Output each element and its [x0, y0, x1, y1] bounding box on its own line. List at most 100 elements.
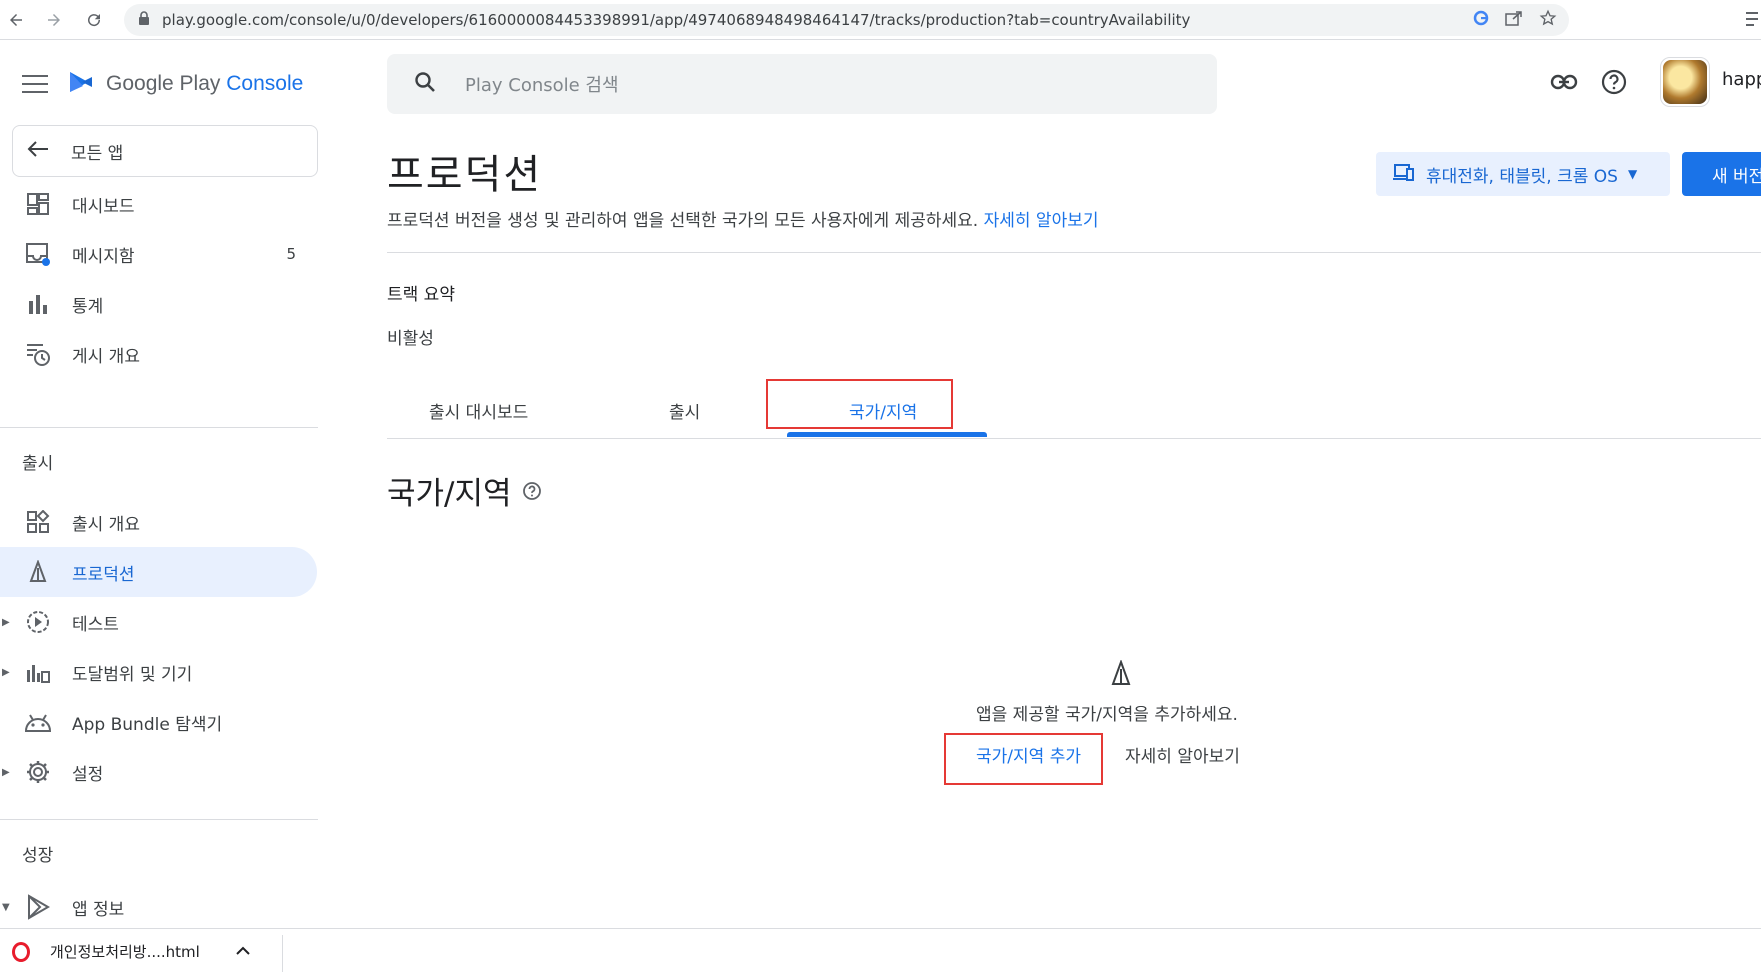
brand-name[interactable]: Google Play Console	[106, 72, 303, 96]
search-placeholder: Play Console 검색	[465, 75, 619, 96]
sidebar-item-settings[interactable]: ▶ 설정	[0, 747, 318, 797]
settings-icon	[24, 758, 52, 786]
sidebar-item-label: 프로덕션	[72, 564, 135, 585]
sidebar-item-label: 테스트	[72, 614, 119, 635]
search-icon	[413, 70, 437, 99]
android-icon	[24, 708, 52, 736]
highlight-box-add	[944, 733, 1103, 785]
brand-name-prefix: Google Play	[106, 72, 221, 95]
sidebar-section-grow: 성장	[22, 846, 54, 866]
sidebar-item-label: 대시보드	[72, 196, 135, 217]
sidebar-item-label: 출시 개요	[72, 514, 140, 535]
release-overview-icon	[24, 508, 52, 536]
sidebar-item-reach-devices[interactable]: ▶ 도달범위 및 기기	[0, 647, 318, 697]
link-icon[interactable]	[1550, 73, 1578, 95]
download-file-name: 개인정보처리방....html	[50, 943, 200, 961]
help-icon[interactable]	[1600, 68, 1628, 100]
expand-caret-icon[interactable]: ▶	[2, 667, 10, 678]
star-icon[interactable]	[1539, 9, 1557, 31]
menu-icon[interactable]	[22, 75, 48, 93]
expand-caret-icon[interactable]: ▶	[2, 617, 10, 628]
publish-history-icon	[24, 340, 52, 368]
opera-icon	[12, 941, 30, 962]
play-store-icon	[24, 893, 52, 921]
sidebar-item-label: 설정	[72, 764, 104, 785]
sidebar-item-label: 앱 정보	[72, 899, 125, 920]
sidebar-item-dashboard[interactable]: 대시보드	[0, 179, 318, 229]
device-type-dropdown[interactable]: 휴대전화, 태블릿, 크롬 OS ▼	[1376, 152, 1670, 196]
inbox-count-badge: 5	[286, 245, 296, 263]
help-icon[interactable]	[522, 473, 542, 509]
test-icon	[24, 608, 52, 636]
avatar-image	[1663, 60, 1707, 104]
sidebar: Google Play Console 모든 앱 대시보드 메시지함 5 통계 …	[0, 41, 318, 929]
tab-releases[interactable]: 출시	[669, 398, 700, 423]
arrow-left-icon	[27, 139, 49, 163]
search-input[interactable]: Play Console 검색	[387, 54, 1217, 114]
browser-toolbar: play.google.com/console/u/0/developers/6…	[0, 0, 1761, 40]
sidebar-item-label: 게시 개요	[72, 346, 140, 367]
sidebar-item-testing[interactable]: ▶ 테스트	[0, 597, 318, 647]
tab-release-dashboard[interactable]: 출시 대시보드	[429, 398, 528, 423]
top-icons	[1550, 68, 1628, 100]
reach-devices-icon	[24, 658, 52, 686]
avatar[interactable]	[1660, 57, 1710, 107]
sidebar-item-label: 도달범위 및 기기	[72, 664, 193, 685]
back-arrow-icon[interactable]	[0, 4, 32, 36]
inbox-icon	[24, 240, 52, 268]
download-item[interactable]: 개인정보처리방....html	[12, 941, 250, 962]
download-bar: 개인정보처리방....html	[0, 928, 1761, 972]
bar-chart-icon	[24, 290, 52, 318]
sidebar-item-app-bundle-explorer[interactable]: App Bundle 탐색기	[0, 697, 318, 747]
brand: Google Play Console	[22, 67, 303, 101]
user-name[interactable]: happ	[1722, 69, 1761, 90]
header-divider	[387, 252, 1761, 253]
all-apps-button[interactable]: 모든 앱	[12, 125, 318, 177]
sidebar-item-production[interactable]: 프로덕션	[0, 547, 317, 597]
sidebar-item-statistics[interactable]: 통계	[0, 279, 318, 329]
tab-bar: 출시 대시보드 출시 국가/지역	[387, 380, 1761, 439]
devices-icon	[1392, 163, 1414, 186]
forward-arrow-icon[interactable]	[38, 4, 70, 36]
dashboard-icon	[24, 190, 52, 218]
tab-search-icon[interactable]	[1746, 12, 1758, 26]
sidebar-item-label: 통계	[72, 296, 104, 317]
production-icon	[1109, 659, 1133, 690]
page-subtitle-text: 프로덕션 버전을 생성 및 관리하여 앱을 선택한 국가의 모든 사용자에게 제…	[387, 211, 979, 231]
reload-icon[interactable]	[78, 4, 110, 36]
chevron-down-icon: ▼	[1627, 167, 1638, 181]
learn-more-link[interactable]: 자세히 알아보기	[984, 211, 1099, 231]
play-console-logo-icon	[66, 67, 96, 101]
sidebar-divider	[0, 427, 318, 428]
google-icon[interactable]	[1473, 10, 1489, 30]
sidebar-item-release-overview[interactable]: 출시 개요	[0, 497, 318, 547]
address-bar[interactable]: play.google.com/console/u/0/developers/6…	[124, 4, 1569, 36]
sidebar-divider	[0, 819, 318, 820]
sidebar-item-publishing-overview[interactable]: 게시 개요	[0, 329, 318, 379]
lock-icon	[138, 11, 150, 29]
empty-state-text: 앱을 제공할 국가/지역을 추가하세요.	[976, 705, 1238, 725]
sidebar-item-label: 메시지함	[72, 246, 135, 267]
sidebar-item-app-info[interactable]: ▼ 앱 정보	[0, 885, 318, 929]
sidebar-item-inbox[interactable]: 메시지함 5	[0, 229, 318, 279]
download-divider	[282, 935, 283, 972]
device-type-label: 휴대전화, 태블릿, 크롬 OS	[1426, 166, 1618, 187]
brand-name-suffix: Console	[226, 72, 304, 95]
highlight-box-tab	[766, 379, 953, 429]
url-text: play.google.com/console/u/0/developers/6…	[162, 11, 1191, 29]
track-summary-status: 비활성	[387, 329, 434, 349]
active-tab-indicator	[787, 432, 987, 437]
section-title: 국가/지역	[387, 468, 542, 513]
expand-caret-icon[interactable]: ▼	[2, 902, 10, 913]
page-subtitle: 프로덕션 버전을 생성 및 관리하여 앱을 선택한 국가의 모든 사용자에게 제…	[387, 206, 1099, 231]
sidebar-item-label: App Bundle 탐색기	[72, 714, 223, 735]
learn-more-button[interactable]: 자세히 알아보기	[1125, 742, 1240, 767]
share-icon[interactable]	[1505, 10, 1523, 30]
expand-caret-icon[interactable]: ▶	[2, 767, 10, 778]
track-summary-label: 트랙 요약	[387, 285, 455, 305]
section-title-text: 국가/지역	[387, 476, 512, 512]
chevron-up-icon[interactable]	[236, 944, 250, 960]
new-release-button[interactable]: 새 버전	[1682, 152, 1761, 196]
sidebar-section-release: 출시	[22, 454, 54, 474]
all-apps-label: 모든 앱	[71, 143, 124, 164]
